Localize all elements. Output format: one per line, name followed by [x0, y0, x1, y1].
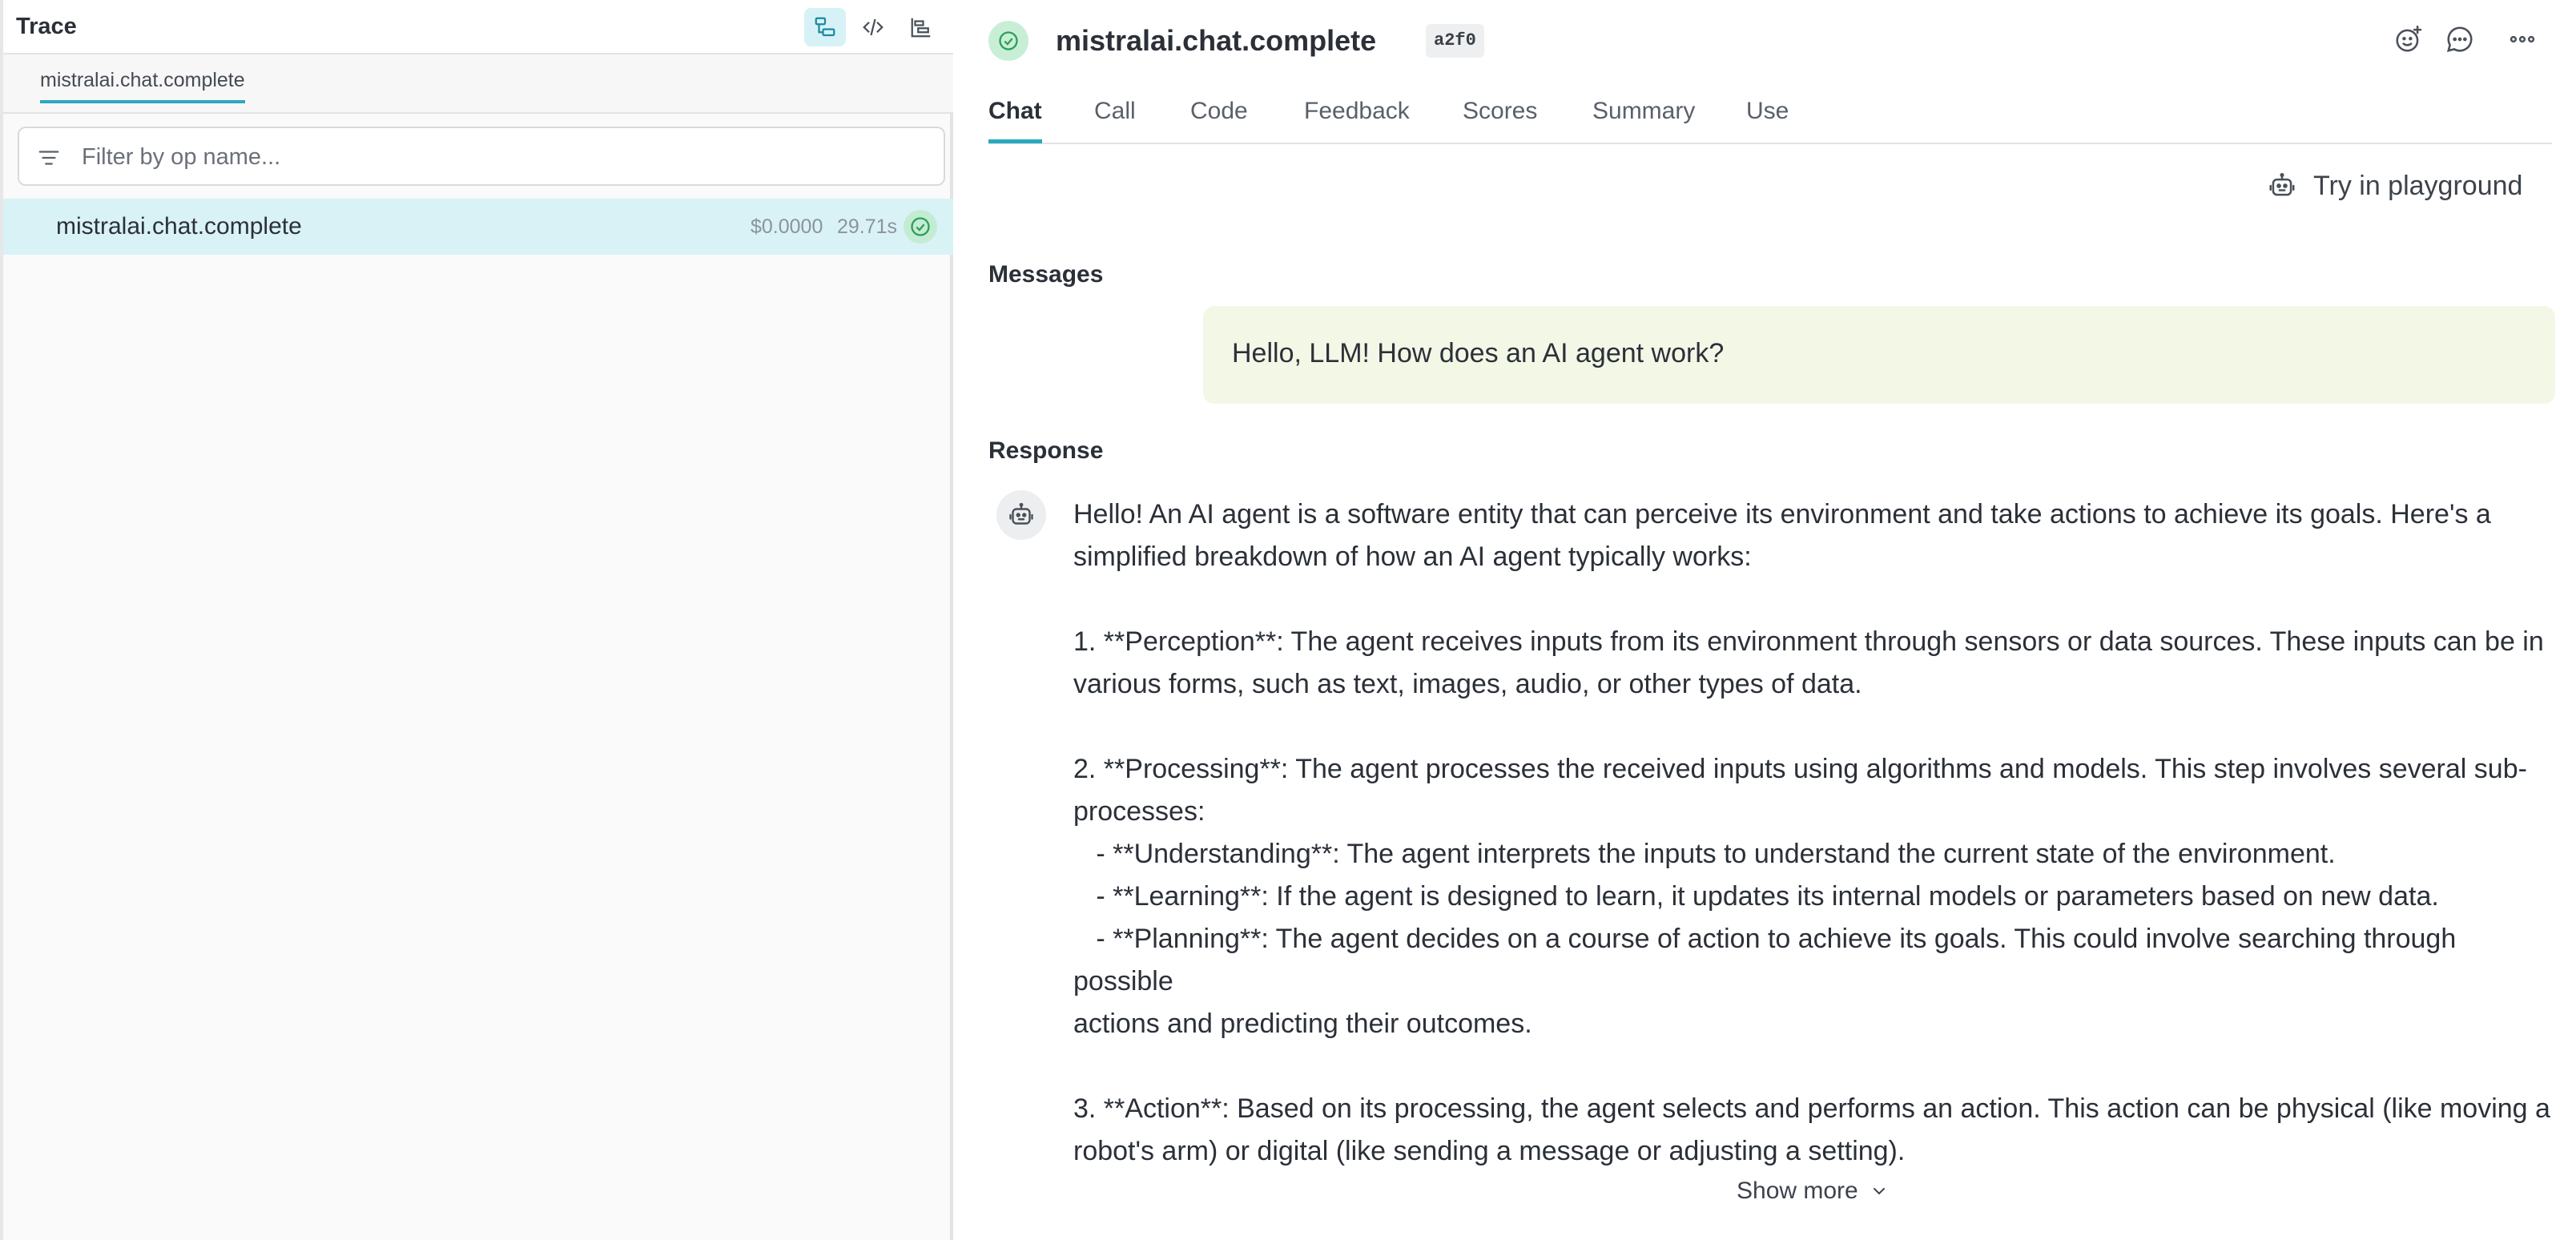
filter-box	[18, 127, 945, 186]
try-in-playground-button[interactable]: Try in playground	[2267, 163, 2522, 208]
assistant-response-text: Hello! An AI agent is a software entity …	[1073, 499, 2550, 1166]
filter-icon	[37, 146, 61, 170]
user-message-bubble: Hello, LLM! How does an AI agent work?	[1203, 306, 2555, 404]
robot-icon	[1007, 501, 1036, 529]
user-message-text: Hello, LLM! How does an AI agent work?	[1232, 338, 1725, 368]
call-detail-panel: mistralai.chat.complete a2f0 Chat Call C…	[956, 0, 2576, 1240]
trace-row-cost: $0.0000	[751, 215, 823, 238]
trace-title: Trace	[16, 14, 77, 39]
tree-view-icon	[813, 15, 837, 39]
filter-input[interactable]	[80, 139, 921, 175]
call-tabs: Chat Call Code Feedback Scores Summary U…	[988, 83, 2552, 144]
trace-header: Trace	[3, 0, 953, 54]
add-reaction-icon[interactable]	[2393, 24, 2424, 54]
assistant-avatar	[996, 490, 1046, 540]
success-check-icon	[904, 210, 937, 244]
try-in-playground-label: Try in playground	[2313, 170, 2523, 201]
trace-row[interactable]: mistralai.chat.complete $0.0000 29.71s	[3, 199, 953, 255]
code-view-button[interactable]	[852, 8, 894, 46]
trace-panel: Trace mistralai.chat.complete Filter by …	[0, 0, 953, 1240]
call-id-badge[interactable]: a2f0	[1426, 24, 1484, 58]
trace-row-duration: 29.71s	[837, 215, 898, 238]
show-more-label: Show more	[1737, 1178, 1858, 1204]
response-heading: Response	[988, 437, 1104, 464]
tab-feedback[interactable]: Feedback	[1304, 98, 1410, 139]
code-icon	[861, 15, 885, 39]
show-more-button[interactable]: Show more	[1737, 1178, 1889, 1205]
tab-call[interactable]: Call	[1094, 98, 1136, 139]
tab-code[interactable]: Code	[1190, 98, 1248, 139]
call-title: mistralai.chat.complete	[1056, 24, 1377, 57]
comment-icon[interactable]	[2445, 24, 2475, 54]
more-options-icon[interactable]	[2507, 24, 2538, 54]
success-status-icon	[988, 21, 1028, 61]
timeline-view-button[interactable]	[900, 8, 942, 46]
tab-summary[interactable]: Summary	[1592, 98, 1695, 139]
trace-row-name: mistralai.chat.complete	[56, 213, 302, 240]
robot-icon	[2267, 171, 2297, 201]
messages-heading: Messages	[988, 261, 1104, 288]
timeline-icon	[909, 15, 933, 39]
tree-view-button[interactable]	[804, 8, 846, 46]
tab-chat[interactable]: Chat	[988, 98, 1042, 143]
trace-tabbar: mistralai.chat.complete	[3, 54, 953, 114]
tab-scores[interactable]: Scores	[1463, 98, 1537, 139]
tab-use[interactable]: Use	[1746, 98, 1789, 139]
trace-tab[interactable]: mistralai.chat.complete	[40, 69, 245, 103]
chevron-down-icon	[1870, 1182, 1889, 1201]
